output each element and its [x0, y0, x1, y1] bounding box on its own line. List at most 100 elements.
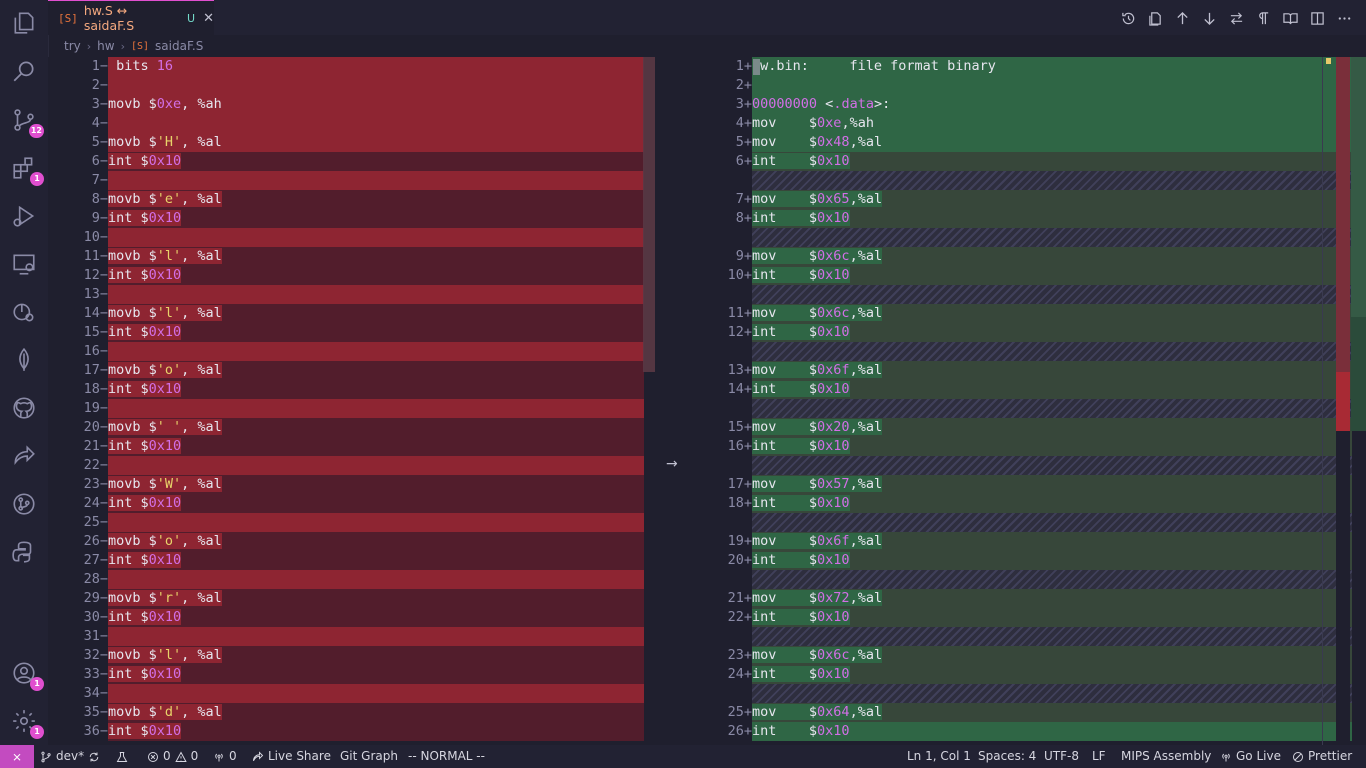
timeline-history-icon[interactable] — [1118, 8, 1138, 28]
swap-sides-icon[interactable] — [1226, 8, 1246, 28]
tab-diff[interactable]: [S] hw.S ↔ saidaF.S U ✕ — [48, 0, 214, 35]
left-diff-line[interactable]: 9− int $0x10 — [48, 209, 658, 228]
remote-indicator-icon[interactable]: ⨯ — [0, 745, 34, 768]
right-diff-line[interactable]: 13+ mov $0x6f,%al — [692, 361, 1352, 380]
git-graph-icon[interactable] — [10, 490, 38, 518]
git-graph-status[interactable]: Git Graph — [340, 745, 398, 768]
right-diff-line[interactable]: 4+ mov $0xe,%ah — [692, 114, 1352, 133]
branch-status[interactable]: dev* — [40, 745, 100, 768]
right-diff-line[interactable] — [692, 285, 1352, 304]
eol-status[interactable]: LF — [1092, 745, 1106, 768]
source-control-icon[interactable]: 12 — [10, 106, 44, 138]
left-diff-line[interactable]: 35− movb $'d', %al — [48, 703, 658, 722]
run-debug-icon[interactable] — [10, 202, 38, 230]
right-diff-line[interactable] — [692, 684, 1352, 703]
left-diff-line[interactable]: 20− movb $' ', %al — [48, 418, 658, 437]
left-diff-line[interactable]: 23− movb $'W', %al — [48, 475, 658, 494]
right-diff-line[interactable] — [692, 342, 1352, 361]
indentation-status[interactable]: Spaces: 4 — [978, 745, 1036, 768]
left-diff-line[interactable]: 13− — [48, 285, 658, 304]
left-diff-line[interactable]: 25− — [48, 513, 658, 532]
prettier-status[interactable]: Prettier — [1292, 745, 1352, 768]
left-diff-line[interactable]: 34− — [48, 684, 658, 703]
breadcrumb-item-file[interactable]: saidaF.S — [155, 39, 203, 53]
live-share-status[interactable]: Live Share — [252, 745, 331, 768]
left-diff-line[interactable]: 11− movb $'l', %al — [48, 247, 658, 266]
left-diff-line[interactable]: 19− — [48, 399, 658, 418]
left-diff-line[interactable]: 15− int $0x10 — [48, 323, 658, 342]
right-diff-line[interactable] — [692, 228, 1352, 247]
right-diff-line[interactable]: 24+ int $0x10 — [692, 665, 1352, 684]
left-diff-line[interactable]: 29− movb $'r', %al — [48, 589, 658, 608]
go-live-status[interactable]: Go Live — [1220, 745, 1281, 768]
github-icon[interactable] — [10, 394, 38, 422]
left-diff-line[interactable]: 33− int $0x10 — [48, 665, 658, 684]
right-diff-line[interactable]: 22+ int $0x10 — [692, 608, 1352, 627]
left-diff-line[interactable]: 36− int $0x10 — [48, 722, 658, 741]
right-diff-line[interactable]: 20+ int $0x10 — [692, 551, 1352, 570]
python-icon[interactable] — [10, 538, 38, 566]
ports-status[interactable]: 0 — [213, 745, 237, 768]
right-diff-line[interactable]: 2+ — [692, 76, 1352, 95]
breadcrumb-item-hw[interactable]: hw — [97, 39, 114, 53]
left-diff-line[interactable]: 14− movb $'l', %al — [48, 304, 658, 323]
remote-explorer-icon[interactable] — [10, 250, 38, 278]
previous-change-icon[interactable] — [1172, 8, 1192, 28]
right-diff-line[interactable] — [692, 456, 1352, 475]
right-diff-line[interactable]: 5+ mov $0x48,%al — [692, 133, 1352, 152]
left-diff-line[interactable]: 10− — [48, 228, 658, 247]
left-scrollbar-thumb[interactable] — [643, 57, 655, 372]
left-diff-line[interactable]: 6− int $0x10 — [48, 152, 658, 171]
right-diff-line[interactable]: 9+ mov $0x6c,%al — [692, 247, 1352, 266]
diff-original-editor[interactable]: 1− bits 16 2− 3− movb $0xe, %ah 4− 5− movb $'H… — [48, 57, 658, 745]
left-diff-line[interactable]: 24− int $0x10 — [48, 494, 658, 513]
right-diff-line[interactable]: 14+ int $0x10 — [692, 380, 1352, 399]
right-diff-line[interactable]: 3+ 00000000 <.data>: — [692, 95, 1352, 114]
right-diff-line[interactable]: 25+ mov $0x64,%al — [692, 703, 1352, 722]
more-actions-icon[interactable] — [1334, 8, 1354, 28]
left-diff-line[interactable]: 8− movb $'e', %al — [48, 190, 658, 209]
left-diff-line[interactable]: 4− — [48, 114, 658, 133]
right-diff-line[interactable] — [692, 627, 1352, 646]
tab-close-icon[interactable]: ✕ — [203, 11, 214, 26]
right-diff-line[interactable] — [692, 513, 1352, 532]
search-icon[interactable] — [10, 57, 38, 85]
right-diff-line[interactable]: 8+ int $0x10 — [692, 209, 1352, 228]
left-diff-line[interactable]: 26− movb $'o', %al — [48, 532, 658, 551]
left-diff-line[interactable]: 16− — [48, 342, 658, 361]
left-diff-line[interactable]: 31− — [48, 627, 658, 646]
left-diff-line[interactable]: 32− movb $'l', %al — [48, 646, 658, 665]
left-diff-line[interactable]: 2− — [48, 76, 658, 95]
left-diff-line[interactable]: 30− int $0x10 — [48, 608, 658, 627]
left-diff-line[interactable]: 22− — [48, 456, 658, 475]
left-diff-line[interactable]: 5− movb $'H', %al — [48, 133, 658, 152]
left-diff-line[interactable]: 3− movb $0xe, %ah — [48, 95, 658, 114]
live-share-icon[interactable] — [10, 442, 38, 470]
breadcrumb-item-try[interactable]: try — [64, 39, 81, 53]
accounts-icon[interactable]: 1 — [10, 659, 44, 691]
right-diff-line[interactable]: 10+ int $0x10 — [692, 266, 1352, 285]
right-diff-line[interactable]: 1+ hw.bin: file format binary — [692, 57, 1352, 76]
right-diff-line[interactable]: 21+ mov $0x72,%al — [692, 589, 1352, 608]
right-diff-line[interactable]: 18+ int $0x10 — [692, 494, 1352, 513]
cursor-position-status[interactable]: Ln 1, Col 1 — [907, 745, 971, 768]
left-diff-line[interactable]: 28− — [48, 570, 658, 589]
right-diff-line[interactable]: 6+ int $0x10 — [692, 152, 1352, 171]
open-preview-book-icon[interactable] — [1280, 8, 1300, 28]
right-diff-line[interactable]: 15+ mov $0x20,%al — [692, 418, 1352, 437]
right-diff-line[interactable]: 12+ int $0x10 — [692, 323, 1352, 342]
left-diff-line[interactable]: 21− int $0x10 — [48, 437, 658, 456]
explorer-icon[interactable] — [10, 9, 38, 37]
left-diff-line[interactable]: 18− int $0x10 — [48, 380, 658, 399]
next-change-icon[interactable] — [1199, 8, 1219, 28]
right-diff-line[interactable]: 17+ mov $0x57,%al — [692, 475, 1352, 494]
encoding-status[interactable]: UTF-8 — [1044, 745, 1079, 768]
right-diff-line[interactable]: 11+ mov $0x6c,%al — [692, 304, 1352, 323]
sync-icon[interactable] — [88, 751, 100, 763]
diff-modified-editor[interactable]: 1+ hw.bin: file format binary 2+ 3+ 00000000… — [692, 57, 1352, 745]
open-file-icon[interactable] — [1145, 8, 1165, 28]
right-diff-line[interactable] — [692, 171, 1352, 190]
right-diff-line[interactable]: 16+ int $0x10 — [692, 437, 1352, 456]
mongodb-leaf-icon[interactable] — [10, 346, 38, 374]
docker-icon[interactable] — [10, 298, 38, 326]
